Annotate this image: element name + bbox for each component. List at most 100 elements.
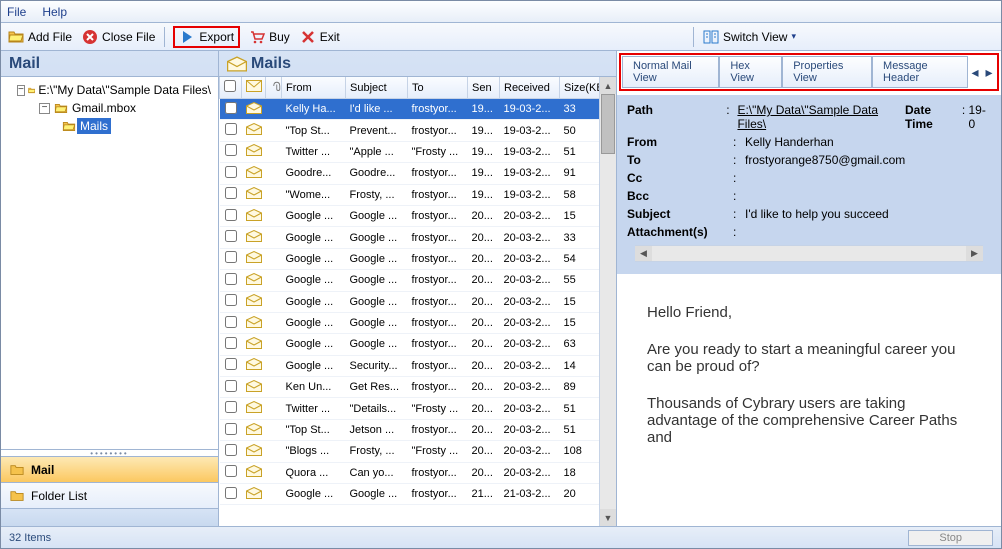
table-row[interactable]: Twitter ..."Details..."Frosty ...20...20… [220,398,600,419]
col-checkbox[interactable] [220,77,242,99]
cell-subject: Frosty, ... [346,184,408,205]
cell-sent: 20... [468,312,500,333]
exit-button[interactable]: Exit [299,27,341,47]
tab-nav-left-icon[interactable]: ◂ [968,65,982,79]
row-checkbox[interactable] [225,187,237,199]
tree-mails-folder[interactable]: Mails [5,117,214,135]
tree-collapse-icon[interactable]: − [17,85,25,96]
col-received[interactable]: Received [500,77,560,99]
table-row[interactable]: Twitter ..."Apple ..."Frosty ...19...19-… [220,141,600,162]
table-row[interactable]: Google ...Google ...frostyor...20...20-0… [220,291,600,312]
tab-normal-view[interactable]: Normal Mail View [622,56,719,88]
row-checkbox[interactable] [225,209,237,221]
row-checkbox[interactable] [225,123,237,135]
select-all-checkbox[interactable] [224,80,236,92]
nav-strip [1,508,218,526]
stop-button[interactable]: Stop [908,530,993,546]
col-attachment[interactable] [266,77,282,99]
table-row[interactable]: Kelly Ha...I'd like ...frostyor...19...1… [220,99,600,120]
scroll-down-icon[interactable]: ▼ [600,509,616,526]
tab-hex-view[interactable]: Hex View [719,56,782,88]
path-value[interactable]: E:\"My Data\"Sample Data Files\ [737,103,899,131]
table-row[interactable]: Google ...Google ...frostyor...20...20-0… [220,227,600,248]
cell-size: 18 [560,462,600,483]
tab-properties-view[interactable]: Properties View [782,56,872,88]
table-row[interactable]: Goodre...Goodre...frostyor...19...19-03-… [220,163,600,184]
tree-root[interactable]: − E:\"My Data\"Sample Data Files\ [5,81,214,99]
row-checkbox[interactable] [225,144,237,156]
col-icon[interactable] [242,77,266,99]
add-file-button[interactable]: Add File [7,27,73,47]
col-size[interactable]: Size(KB) [560,77,600,99]
row-checkbox[interactable] [225,487,237,499]
table-row[interactable]: Google ...Google ...frostyor...20...20-0… [220,270,600,291]
folder-tree[interactable]: − E:\"My Data\"Sample Data Files\ − Gmai… [1,77,218,450]
table-row[interactable]: Google ...Google ...frostyor...20...20-0… [220,205,600,226]
cart-icon [249,29,265,45]
cell-sent: 20... [468,419,500,440]
cell-from: "Wome... [282,184,346,205]
menu-help[interactable]: Help [42,5,67,19]
col-subject[interactable]: Subject [346,77,408,99]
cell-to: frostyor... [408,163,468,184]
vertical-scrollbar[interactable]: ▲ ▼ [599,77,616,526]
bcc-label: Bcc [627,189,733,203]
envelope-open-icon [246,294,262,306]
col-to[interactable]: To [408,77,468,99]
mail-list[interactable]: From Subject To Sen Received Size(KB) Ke… [219,77,599,526]
row-checkbox[interactable] [225,465,237,477]
nav-mail[interactable]: Mail [1,456,218,482]
scroll-left-icon[interactable]: ◀ [635,246,652,261]
tree-collapse-icon[interactable]: − [39,103,50,114]
export-button[interactable]: Export [173,26,240,48]
table-row[interactable]: "Blogs ...Frosty, ..."Frosty ...20...20-… [220,441,600,462]
message-body[interactable]: Hello Friend, Are you ready to start a m… [617,274,1001,526]
mail-header-row[interactable]: From Subject To Sen Received Size(KB) [220,77,600,99]
row-checkbox[interactable] [225,316,237,328]
row-checkbox[interactable] [225,166,237,178]
row-checkbox[interactable] [225,273,237,285]
table-row[interactable]: Google ...Google ...frostyor...20...20-0… [220,334,600,355]
buy-button[interactable]: Buy [248,27,291,47]
scroll-thumb[interactable] [601,94,615,154]
table-row[interactable]: Google ...Security...frostyor...20...20-… [220,355,600,376]
row-checkbox[interactable] [225,230,237,242]
cell-from: Google ... [282,484,346,505]
table-row[interactable]: Google ...Google ...frostyor...20...20-0… [220,248,600,269]
nav-folder-list[interactable]: Folder List [1,482,218,508]
scroll-up-icon[interactable]: ▲ [600,77,616,94]
row-checkbox[interactable] [225,251,237,263]
row-checkbox[interactable] [225,423,237,435]
tab-nav-right-icon[interactable]: ▸ [982,65,996,79]
switch-view-button[interactable]: Switch View ▾ [702,27,797,47]
table-row[interactable]: "Top St...Prevent...frostyor...19...19-0… [220,120,600,141]
cell-subject: Prevent... [346,120,408,141]
cell-sent: 20... [468,355,500,376]
envelope-open-icon [246,123,262,135]
row-checkbox[interactable] [225,294,237,306]
row-checkbox[interactable] [225,380,237,392]
row-checkbox[interactable] [225,401,237,413]
row-checkbox[interactable] [225,444,237,456]
table-row[interactable]: Google ...Google ...frostyor...20...20-0… [220,312,600,333]
row-checkbox[interactable] [225,358,237,370]
col-sent[interactable]: Sen [468,77,500,99]
envelope-open-icon [246,316,262,328]
tree-file[interactable]: − Gmail.mbox [5,99,214,117]
col-from[interactable]: From [282,77,346,99]
row-checkbox[interactable] [225,337,237,349]
table-row[interactable]: "Top St...Jetson ...frostyor...20...20-0… [220,419,600,440]
tab-message-header[interactable]: Message Header [872,56,968,88]
row-checkbox[interactable] [225,102,237,114]
scroll-right-icon[interactable]: ▶ [966,246,983,261]
close-file-button[interactable]: Close File [81,27,156,47]
cell-subject: Google ... [346,312,408,333]
table-row[interactable]: Ken Un...Get Res...frostyor...20...20-03… [220,377,600,398]
horizontal-scrollbar[interactable]: ◀ ▶ [635,245,983,262]
table-row[interactable]: Quora ...Can yo...frostyor...20...20-03-… [220,462,600,483]
table-row[interactable]: Google ...Google ...frostyor...21...21-0… [220,484,600,505]
cell-subject: Google ... [346,334,408,355]
close-file-label: Close File [102,30,155,44]
menu-file[interactable]: File [7,5,26,19]
table-row[interactable]: "Wome...Frosty, ...frostyor...19...19-03… [220,184,600,205]
